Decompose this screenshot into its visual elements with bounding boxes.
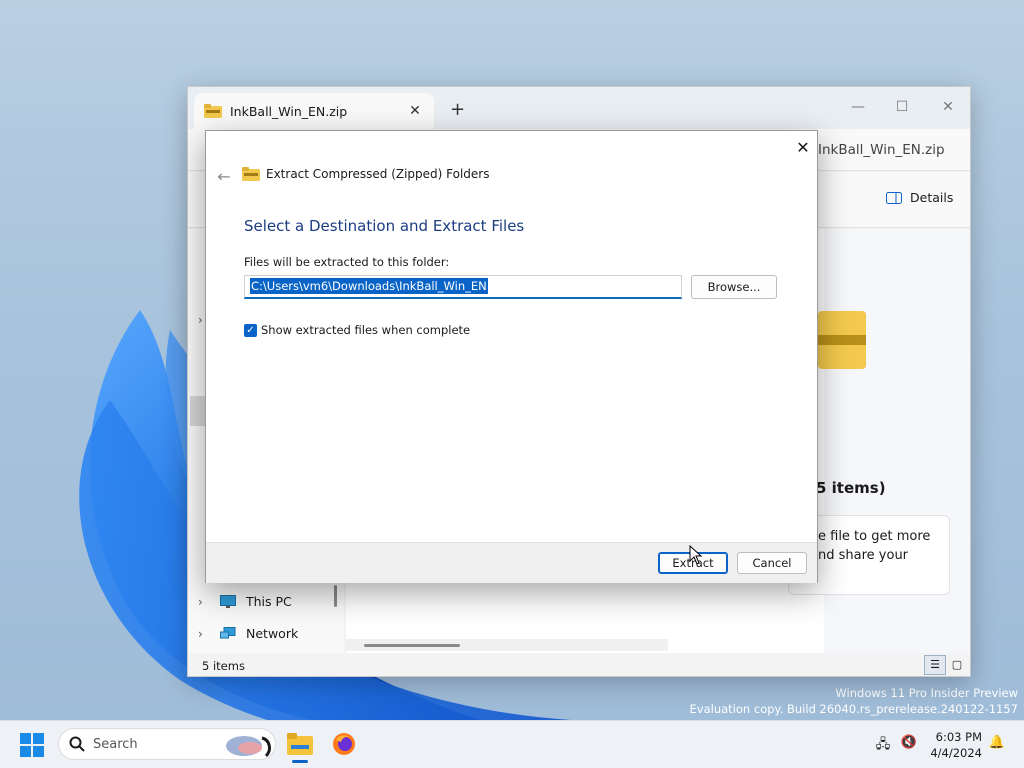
clock-time: 6:03 PM — [935, 730, 982, 744]
taskbar-file-explorer[interactable] — [284, 728, 316, 760]
tiles-view-icon[interactable]: ▢ — [946, 655, 968, 675]
taskbar-firefox[interactable] — [328, 728, 360, 760]
minimize-icon[interactable]: — — [836, 93, 880, 121]
search-placeholder: Search — [93, 736, 138, 752]
nav-scrollbar[interactable] — [334, 585, 337, 607]
folder-icon — [287, 733, 313, 755]
destination-path-value: C:\Users\vm6\Downloads\InkBall_Win_EN — [250, 278, 488, 294]
search-highlight-art-icon — [226, 736, 271, 758]
network-status-icon[interactable]: 🖧 — [874, 735, 892, 753]
new-tab-icon[interactable]: + — [450, 99, 465, 120]
show-files-checkbox-row[interactable]: ✓ Show extracted files when complete — [244, 323, 470, 337]
status-text: 5 items — [202, 659, 245, 673]
mouse-cursor-icon — [689, 545, 703, 565]
extract-dialog: ✕ ← Extract Compressed (Zipped) Folders … — [205, 130, 818, 583]
zip-folder-icon — [204, 104, 222, 118]
details-pane-icon — [886, 191, 902, 204]
nav-label-this-pc: This PC — [246, 594, 292, 609]
pane-text-line2: nd share your — [818, 548, 909, 563]
close-window-icon[interactable]: ✕ — [926, 93, 970, 121]
details-label: Details — [910, 190, 954, 205]
chevron-right-icon: › — [198, 594, 203, 609]
list-view-icon[interactable]: ☰ — [924, 655, 946, 675]
destination-path-input[interactable]: C:\Users\vm6\Downloads\InkBall_Win_EN — [244, 275, 682, 299]
nav-item-network[interactable]: › Network — [198, 626, 298, 641]
status-bar — [188, 653, 970, 676]
cancel-button[interactable]: Cancel — [737, 552, 807, 574]
show-files-label: Show extracted files when complete — [261, 323, 471, 337]
search-icon — [69, 736, 85, 752]
dialog-header: Extract Compressed (Zipped) Folders — [242, 167, 490, 181]
firefox-icon — [333, 733, 355, 755]
pane-title: 5 items) — [816, 479, 886, 497]
tab-title: InkBall_Win_EN.zip — [230, 103, 348, 119]
nav-label-network: Network — [246, 626, 299, 641]
zip-preview-band — [818, 335, 866, 345]
explorer-tab[interactable]: InkBall_Win_EN.zip ✕ — [194, 93, 434, 129]
dialog-heading: Select a Destination and Extract Files — [244, 217, 525, 235]
os-watermark: Windows 11 Pro Insider Preview Evaluatio… — [690, 685, 1018, 717]
clock-date: 4/4/2024 — [930, 746, 982, 760]
folder-label: Files will be extracted to this folder: — [244, 255, 450, 269]
volume-muted-icon[interactable]: 🔇 — [900, 735, 918, 753]
chevron-right-icon: › — [198, 626, 203, 641]
zip-folder-icon — [242, 167, 260, 181]
back-arrow-icon[interactable]: ← — [214, 167, 234, 186]
tab-close-icon[interactable]: ✕ — [406, 103, 424, 119]
windows-start-icon[interactable] — [20, 733, 44, 757]
browse-button[interactable]: Browse... — [691, 275, 777, 299]
pane-text: e file to get more nd share your — [818, 527, 930, 565]
horizontal-scrollbar-thumb[interactable] — [364, 644, 460, 647]
maximize-icon[interactable]: ☐ — [880, 93, 924, 121]
watermark-line2: Evaluation copy. Build 26040.rs_prerelea… — [689, 702, 1018, 716]
network-icon — [220, 626, 236, 638]
monitor-icon — [220, 594, 236, 608]
taskbar-active-indicator — [292, 760, 308, 763]
dialog-close-icon[interactable]: ✕ — [792, 137, 814, 159]
taskbar-clock[interactable]: 6:03 PM 4/4/2024 — [928, 729, 982, 761]
nav-selection — [190, 396, 206, 426]
nav-item-this-pc[interactable]: › This PC — [198, 594, 292, 609]
watermark-line1: Windows 11 Pro Insider Preview — [835, 686, 1018, 700]
show-files-checkbox[interactable]: ✓ — [244, 323, 257, 337]
notification-icon[interactable]: 🔔 — [988, 735, 1006, 753]
details-button[interactable]: Details — [886, 190, 953, 205]
dialog-header-text: Extract Compressed (Zipped) Folders — [266, 167, 490, 181]
pane-text-line1: e file to get more — [818, 529, 931, 544]
address-text: InkBall_Win_EN.zip — [818, 142, 945, 158]
